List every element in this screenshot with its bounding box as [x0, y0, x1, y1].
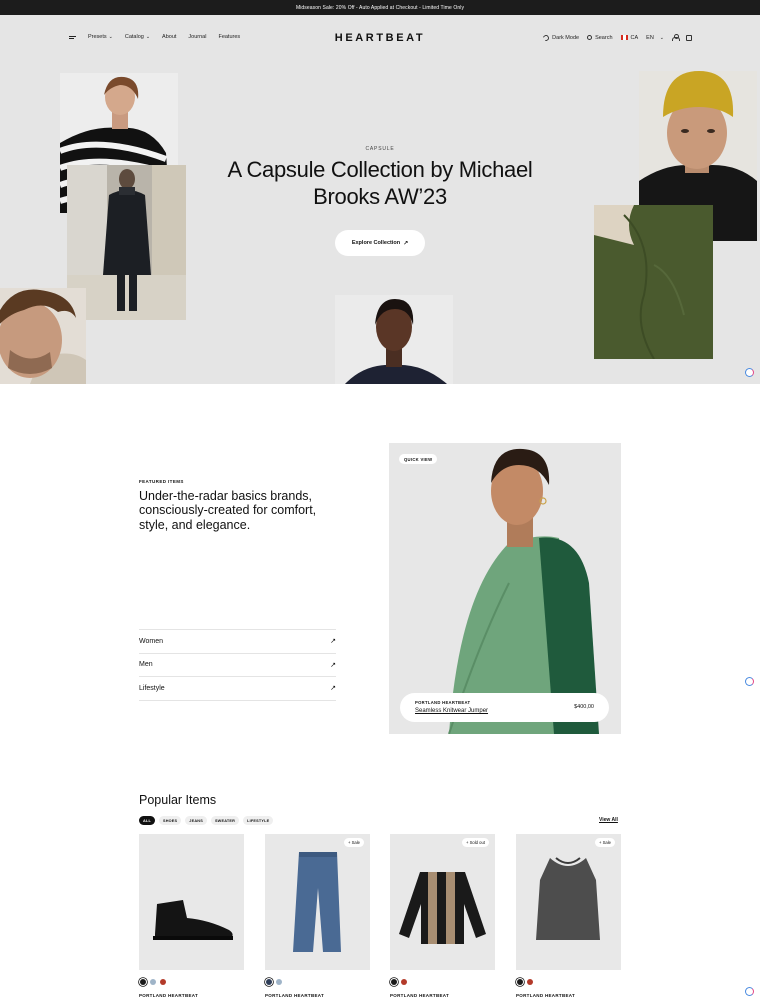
product-card[interactable]: + Sale PORTLAND HEARTBEAT: [265, 834, 370, 998]
color-swatch[interactable]: [266, 979, 272, 985]
hero-image-portrait-woman[interactable]: [335, 295, 453, 384]
language-label: EN: [646, 34, 654, 41]
language-selector[interactable]: EN ⌄: [646, 35, 664, 41]
product-card[interactable]: + Sale PORTLAND HEARTBEAT: [516, 834, 621, 998]
hero-image-curly-man[interactable]: [0, 288, 86, 384]
product-name-link[interactable]: Seamless Knitwear Jumper: [415, 708, 488, 714]
hero-section: CAPSULE A Capsule Collection by Michael …: [0, 15, 760, 384]
filter-chip-shoes[interactable]: SHOES: [158, 816, 182, 825]
filter-chip-lifestyle[interactable]: LIFESTYLE: [243, 816, 274, 825]
chevron-down-icon: ⌄: [659, 34, 664, 41]
country-label: CA: [630, 34, 639, 41]
hero-eyebrow: CAPSULE: [365, 146, 395, 152]
color-swatch[interactable]: [150, 979, 156, 985]
category-link-women[interactable]: Women ↗: [139, 630, 336, 654]
arrow-up-right-icon: ↗: [330, 661, 336, 669]
product-price: $400,00: [574, 704, 594, 710]
announcement-text: Midseason Sale: 20% Off - Auto Applied a…: [295, 4, 465, 11]
assistant-widget-icon[interactable]: [745, 987, 754, 996]
color-swatch[interactable]: [527, 979, 533, 985]
category-label: Men: [139, 661, 153, 669]
category-label: Women: [139, 637, 163, 645]
dark-mode-label: Dark Mode: [552, 34, 580, 41]
sale-badge: + Sale: [344, 838, 364, 847]
color-swatches: [140, 979, 244, 985]
search-button[interactable]: Search: [587, 34, 613, 41]
color-swatch[interactable]: [160, 979, 166, 985]
featured-product-image[interactable]: QUICK VIEW PORTLAND HEARTBEAT Seamless K…: [389, 443, 621, 734]
search-label: Search: [595, 34, 613, 41]
country-selector[interactable]: CA: [620, 34, 639, 41]
moon-icon: [542, 33, 551, 42]
canada-flag-icon: [620, 35, 628, 40]
explore-collection-button[interactable]: Explore Collection ↗: [335, 230, 425, 256]
color-swatch[interactable]: [276, 979, 282, 985]
quick-view-button[interactable]: QUICK VIEW: [399, 454, 438, 464]
arrow-up-right-icon: ↗: [330, 685, 336, 693]
color-swatch[interactable]: [391, 979, 397, 985]
product-brand: PORTLAND HEARTBEAT: [390, 993, 450, 998]
category-link-lifestyle[interactable]: Lifestyle ↗: [139, 677, 336, 701]
product-brand: PORTLAND HEARTBEAT: [516, 993, 576, 998]
category-list: Women ↗ Men ↗ Lifestyle ↗: [139, 629, 336, 701]
featured-product-card[interactable]: PORTLAND HEARTBEAT Seamless Knitwear Jum…: [400, 693, 609, 722]
nav-right: Dark Mode Search CA EN ⌄: [542, 33, 692, 42]
assistant-widget-icon[interactable]: [745, 677, 754, 686]
view-all-link[interactable]: View All: [599, 817, 618, 823]
filter-chips: ALL SHOES JEANS SWEATER LIFESTYLE: [139, 816, 274, 825]
account-icon[interactable]: [672, 34, 680, 41]
assistant-widget-icon[interactable]: [745, 368, 754, 377]
color-swatches: [517, 979, 621, 985]
filter-chip-sweater[interactable]: SWEATER: [210, 816, 240, 825]
category-link-men[interactable]: Men ↗: [139, 654, 336, 677]
product-brand: PORTLAND HEARTBEAT: [139, 993, 199, 998]
explore-collection-label: Explore Collection: [351, 240, 401, 246]
featured-eyebrow: FEATURED ITEMS: [139, 479, 184, 484]
product-image-striped-sweater[interactable]: + Sold out: [390, 834, 495, 970]
filter-chip-all[interactable]: ALL: [139, 816, 155, 825]
product-image-jeans[interactable]: + Sale: [265, 834, 370, 970]
featured-title: Under-the-radar basics brands, conscious…: [139, 489, 317, 532]
hero-title: A Capsule Collection by Michael Brooks A…: [227, 157, 533, 209]
product-image-knit-vest[interactable]: + Sale: [516, 834, 621, 970]
sold-out-badge: + Sold out: [462, 838, 489, 847]
category-label: Lifestyle: [139, 684, 165, 692]
arrow-up-right-icon: ↗: [403, 240, 409, 247]
product-card[interactable]: PORTLAND HEARTBEAT: [139, 834, 244, 998]
color-swatches: [391, 979, 495, 985]
product-card[interactable]: + Sold out PORTLAND HEARTBEAT: [390, 834, 495, 998]
dark-mode-toggle[interactable]: Dark Mode: [542, 33, 580, 42]
color-swatch[interactable]: [401, 979, 407, 985]
arrow-up-right-icon: ↗: [330, 638, 336, 646]
announcement-bar: Midseason Sale: 20% Off - Auto Applied a…: [0, 0, 760, 15]
cart-bag-icon[interactable]: [686, 34, 692, 41]
top-navigation: Presets ⌄ Catalog ⌄ About Journal Features…: [0, 15, 760, 63]
product-brand: PORTLAND HEARTBEAT: [415, 700, 471, 705]
filter-chip-jeans[interactable]: JEANS: [185, 816, 207, 825]
popular-items-title: Popular Items: [139, 793, 217, 807]
color-swatch[interactable]: [140, 979, 146, 985]
product-image-boot[interactable]: [139, 834, 244, 970]
search-icon: [587, 35, 593, 40]
sale-badge: + Sale: [595, 838, 615, 847]
hero-image-green-knit[interactable]: [594, 205, 713, 359]
product-brand: PORTLAND HEARTBEAT: [265, 993, 325, 998]
color-swatch[interactable]: [517, 979, 523, 985]
color-swatches: [266, 979, 370, 985]
